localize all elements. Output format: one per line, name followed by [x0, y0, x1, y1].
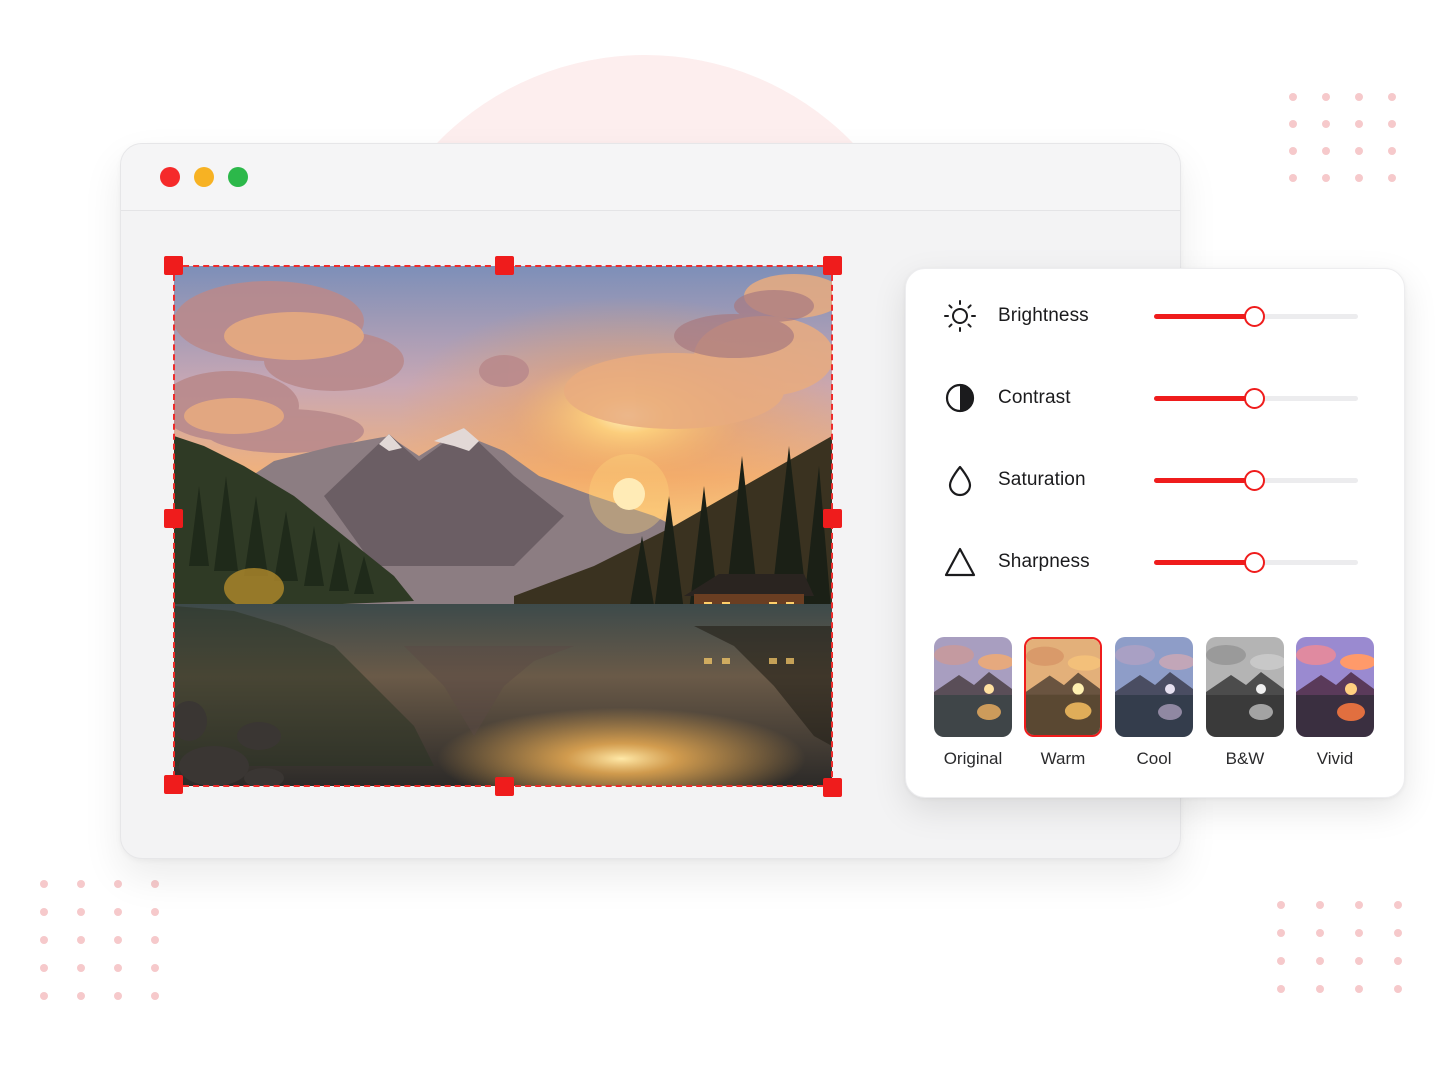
filter-label: Warm	[1040, 749, 1086, 768]
contrast-label: Contrast	[998, 387, 1071, 408]
contrast-slider-knob[interactable]	[1243, 388, 1265, 409]
adjustment-brightness: Brightness	[906, 296, 1404, 336]
crop-handle-middle-right[interactable]	[823, 509, 842, 528]
minimize-window-button[interactable]	[194, 167, 214, 187]
filter-label: Cool	[1136, 749, 1172, 768]
filter-thumbnail	[1206, 637, 1284, 737]
filter-label: Original	[943, 749, 1003, 768]
contrast-icon	[945, 383, 975, 413]
filter-thumbnail	[934, 637, 1012, 737]
filter-cool[interactable]: Cool	[1115, 637, 1193, 769]
adjustment-saturation: Saturation	[906, 460, 1404, 500]
crop-handle-bottom-center[interactable]	[495, 777, 514, 796]
filter-thumbnail	[1296, 637, 1374, 737]
crop-area[interactable]	[173, 265, 833, 787]
brightness-slider-knob[interactable]	[1243, 306, 1265, 327]
saturation-slider-knob[interactable]	[1243, 470, 1265, 491]
adjustment-contrast: Contrast	[906, 378, 1404, 418]
decorative-dots-top-right	[1289, 93, 1396, 182]
brightness-slider[interactable]	[1154, 306, 1358, 327]
contrast-slider[interactable]	[1154, 388, 1358, 409]
sharpness-slider[interactable]	[1154, 552, 1358, 573]
crop-handle-bottom-right[interactable]	[823, 778, 842, 797]
filter-bw[interactable]: B&W	[1206, 637, 1284, 769]
filter-label: B&W	[1225, 749, 1265, 768]
adjustment-sharpness: Sharpness	[906, 542, 1404, 582]
crop-handle-bottom-left[interactable]	[164, 775, 183, 794]
brightness-label: Brightness	[998, 305, 1089, 326]
sharpness-label: Sharpness	[998, 551, 1090, 572]
filter-warm[interactable]: Warm	[1024, 637, 1102, 769]
close-window-button[interactable]	[160, 167, 180, 187]
crop-handle-top-left[interactable]	[164, 256, 183, 275]
crop-handle-middle-left[interactable]	[164, 509, 183, 528]
maximize-window-button[interactable]	[228, 167, 248, 187]
crop-handle-top-center[interactable]	[495, 256, 514, 275]
filter-original[interactable]: Original	[934, 637, 1012, 769]
adjustments-panel: Brightness Contrast Saturation Sharpness…	[905, 268, 1405, 798]
filter-label: Vivid	[1316, 749, 1354, 768]
mountain-lake-sunset-photo	[174, 266, 832, 786]
triangle-icon	[944, 547, 976, 577]
sun-icon	[944, 300, 976, 332]
sharpness-slider-knob[interactable]	[1243, 552, 1265, 573]
decorative-dots-bottom-left	[40, 880, 159, 1000]
crop-handle-top-right[interactable]	[823, 256, 842, 275]
filter-thumbnail	[1115, 637, 1193, 737]
decorative-dots-bottom-right	[1277, 901, 1402, 993]
saturation-label: Saturation	[998, 469, 1086, 490]
saturation-slider[interactable]	[1154, 470, 1358, 491]
window-titlebar	[121, 144, 1180, 211]
filter-vivid[interactable]: Vivid	[1296, 637, 1374, 769]
filter-thumbnail	[1024, 637, 1102, 737]
droplet-icon	[948, 465, 972, 497]
